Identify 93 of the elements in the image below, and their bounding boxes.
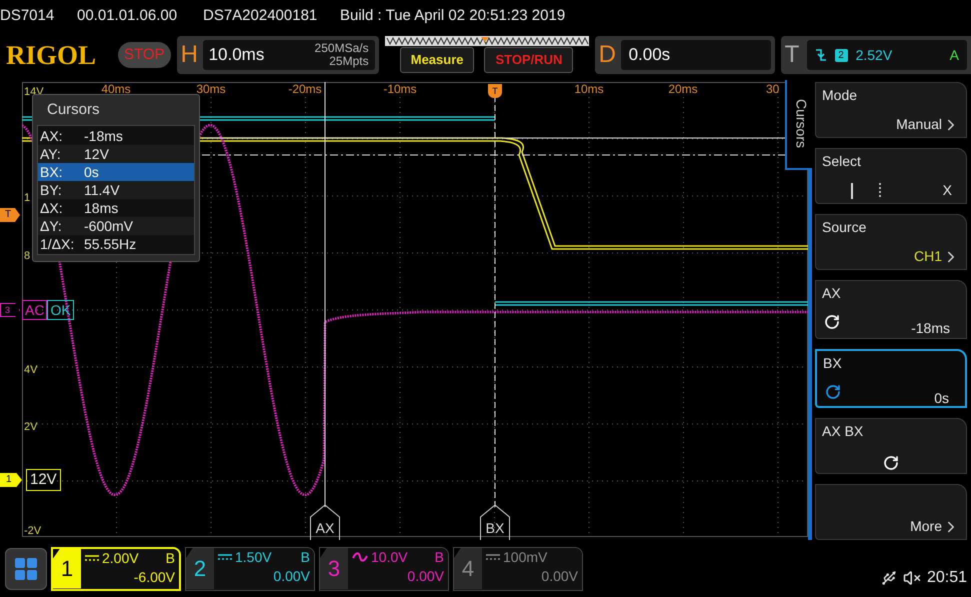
knob-icon: [883, 455, 899, 471]
cursor-readout-row: BX: 0s: [38, 163, 194, 181]
channel-scale: 10.0V: [371, 548, 408, 566]
knob-icon: [824, 314, 840, 330]
menu-value: 0s: [934, 389, 949, 408]
sample-rate: 250MSa/s: [314, 42, 369, 55]
volt-label: 4V: [24, 363, 38, 378]
cursor-select-icon: [850, 182, 884, 198]
menu-item[interactable]: Mode Manual: [815, 82, 967, 138]
time-label: 30ms: [196, 81, 226, 98]
toolbar-button[interactable]: Measure: [400, 47, 474, 73]
channel-button[interactable]: 2 1.50V B 0.00V: [185, 546, 315, 590]
time-label: 20ms: [668, 81, 698, 98]
menu-title: Source: [822, 218, 868, 237]
trigger-source: 2: [834, 48, 848, 62]
channel3-tag: OK: [47, 300, 74, 320]
logo: RIGOL: [5, 39, 98, 72]
info-text: DS7014: [0, 6, 56, 26]
apps-icon: [14, 556, 38, 580]
menu-title: Mode: [822, 86, 858, 105]
panel-letter: D: [598, 40, 617, 70]
volt-label: 8: [24, 249, 30, 264]
channel-offset: 0.00V: [407, 566, 444, 586]
timebase-value: 10.0ms: [208, 44, 264, 66]
info-text: 00.01.01.06.00: [77, 6, 178, 26]
panel-letter: H: [180, 40, 199, 70]
channel-offset: 0.00V: [541, 566, 578, 586]
volt-label: 1: [24, 191, 30, 206]
menu-value: CH1: [914, 247, 942, 266]
menu-title: BX: [823, 354, 843, 373]
menu-title: Select: [822, 152, 862, 171]
menu-title: AX BX: [822, 422, 864, 441]
panel-letter: T: [784, 40, 800, 70]
menu-item[interactable]: Select X: [815, 148, 967, 204]
info-text: DS7A202400181: [203, 6, 318, 26]
clock: 20:51: [926, 568, 967, 588]
muted-speaker-icon: [902, 568, 921, 586]
dc-coupling-icon: [85, 554, 99, 562]
channel-offset: -6.00V: [134, 568, 175, 586]
menu-item[interactable]: AX BX: [815, 418, 967, 474]
channel1-label: 12V: [26, 469, 61, 491]
channel-button[interactable]: 1 2.00V B -6.00V: [51, 546, 181, 590]
channel-offset: 0.00V: [273, 566, 310, 586]
channel3-tag: AC: [22, 300, 48, 320]
apps-button[interactable]: [5, 548, 47, 590]
menu-value: -18ms: [911, 319, 950, 338]
channel3-marker: 3: [0, 303, 20, 317]
run-status: STOP: [118, 42, 171, 68]
toolbar-button[interactable]: STOP/RUN: [484, 47, 574, 73]
menu-item[interactable]: More: [815, 484, 967, 540]
delay-value: 0.00s: [628, 44, 670, 66]
time-label: -20ms: [288, 81, 322, 98]
cursor-readout-row: ΔY: -600mV: [38, 217, 194, 235]
menu-value: More: [910, 517, 942, 536]
menu-value: X: [942, 181, 952, 200]
cursor-label: BX: [480, 504, 510, 540]
menu-item[interactable]: BX 0s: [815, 349, 967, 408]
time-label: 30: [766, 81, 780, 98]
trigger-level-marker: T: [0, 208, 20, 222]
trigger-position-marker: T: [488, 84, 502, 98]
trigger-mode: A: [950, 46, 959, 64]
cursor-readout-row: AY: 12V: [38, 145, 194, 163]
time-label: -10ms: [383, 81, 417, 98]
dc-coupling-icon: [218, 553, 232, 561]
channel1-marker: 1: [0, 473, 22, 487]
cursor-label: AX: [310, 504, 340, 540]
menu-title: AX: [822, 284, 842, 303]
falling-edge-icon: [814, 48, 827, 62]
memory-depth: 25Mpts: [329, 55, 369, 68]
channel-scale: 1.50V: [235, 548, 272, 566]
trigger-level: 2.52V: [856, 46, 892, 64]
volt-label: 14V: [24, 85, 44, 100]
panel-title: Cursors: [46, 100, 101, 120]
volt-label: -2V: [24, 524, 42, 539]
usb-icon: [880, 570, 897, 586]
bandwidth-label: B: [300, 548, 310, 566]
info-text: Build : Tue April 02 20:51:23 2019: [340, 6, 566, 26]
time-label: 40ms: [101, 81, 131, 98]
ac-coupling-icon: [352, 552, 368, 562]
menu-item[interactable]: AX -18ms: [815, 280, 967, 339]
bandwidth-label: B: [434, 548, 444, 566]
channel-scale: 100mV: [503, 548, 548, 566]
dc-coupling-icon: [486, 553, 500, 561]
volt-label: 2V: [24, 420, 38, 435]
cursor-readout-row: BY: 11.4V: [38, 181, 194, 199]
menu-item[interactable]: Source CH1: [815, 214, 967, 270]
bandwidth-label: B: [166, 548, 175, 568]
menu-value: Manual: [896, 115, 942, 134]
channel-button[interactable]: 4 100mV 0.00V: [453, 546, 583, 590]
channel-button[interactable]: 3 10.0V B 0.00V: [319, 546, 449, 590]
time-label: 10ms: [574, 81, 604, 98]
knob-icon: [825, 384, 841, 400]
channel-scale: 2.00V: [102, 548, 139, 568]
